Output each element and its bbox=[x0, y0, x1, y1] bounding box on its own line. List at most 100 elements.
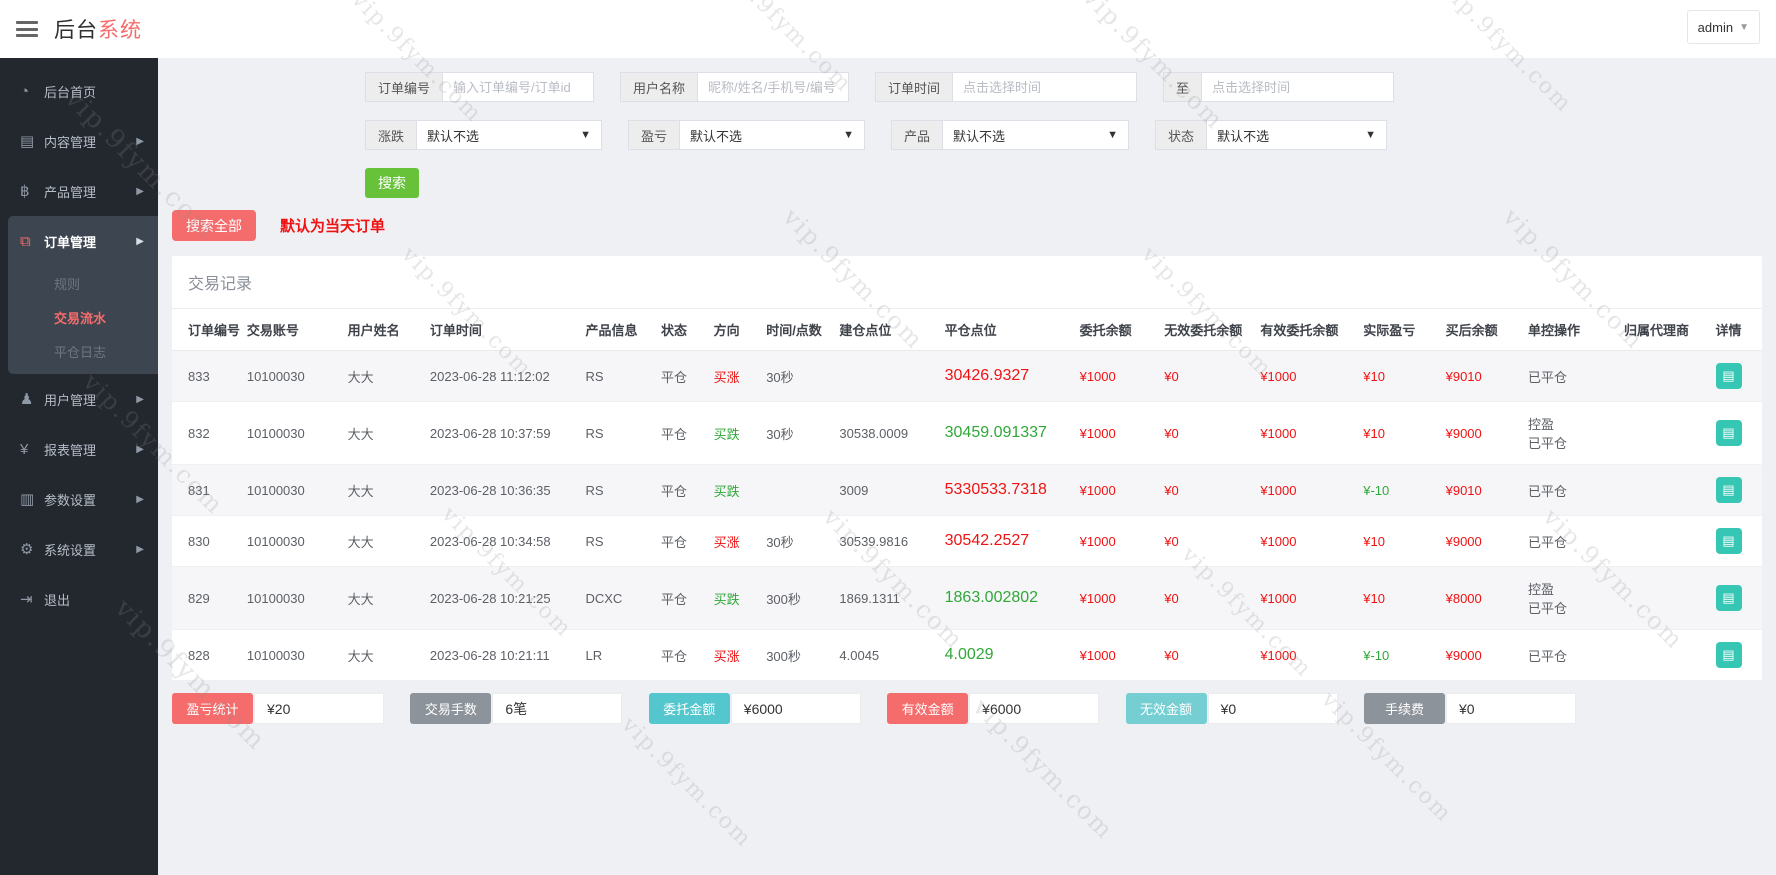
chevron-right-icon: ▶ bbox=[136, 236, 144, 247]
table-cell: ¥1000 bbox=[1256, 630, 1359, 681]
table-cell bbox=[1620, 567, 1712, 630]
table-cell: ▤ bbox=[1712, 516, 1762, 567]
records-table: 订单编号交易账号用户姓名订单时间产品信息状态方向时间/点数建仓点位平仓点位委托余… bbox=[172, 309, 1762, 681]
filter-order-no: 订单编号 bbox=[365, 72, 594, 102]
sidebar-item-gear[interactable]: ⚙系统设置▶ bbox=[0, 524, 158, 574]
sidebar-item-report[interactable]: ¥报表管理▶ bbox=[0, 424, 158, 474]
search-all-button[interactable]: 搜索全部 bbox=[172, 210, 256, 241]
table-cell: 828 bbox=[172, 630, 243, 681]
table-cell: 1869.1311 bbox=[835, 567, 940, 630]
sidebar-item-params[interactable]: ▥参数设置▶ bbox=[0, 474, 158, 524]
table-cell: 10100030 bbox=[243, 630, 344, 681]
table-cell: 买涨 bbox=[710, 630, 763, 681]
sidebar-item-dashboard[interactable]: ◔后台首页 bbox=[0, 66, 158, 116]
hamburger-menu-icon[interactable] bbox=[16, 21, 38, 37]
sidebar-item-logout[interactable]: ⇥退出 bbox=[0, 574, 158, 624]
product-selected-value: 默认不选 bbox=[953, 126, 1005, 145]
user-name-input[interactable] bbox=[698, 72, 849, 102]
table-cell: 5330533.7318 bbox=[941, 465, 1076, 516]
column-header: 方向 bbox=[710, 309, 763, 351]
filter-status-label: 状态 bbox=[1155, 120, 1207, 150]
sidebar-subitem[interactable]: 规则 bbox=[8, 266, 158, 300]
table-cell: 大大 bbox=[344, 567, 426, 630]
table-cell: 829 bbox=[172, 567, 243, 630]
sidebar-item-label: 订单管理 bbox=[44, 232, 136, 251]
table-cell bbox=[762, 465, 835, 516]
table-cell: 控盈 已平仓 bbox=[1524, 567, 1620, 630]
table-cell: 300秒 bbox=[762, 567, 835, 630]
detail-button[interactable]: ▤ bbox=[1716, 528, 1742, 554]
detail-button[interactable]: ▤ bbox=[1716, 642, 1742, 668]
table-cell: 平仓 bbox=[657, 567, 710, 630]
detail-button[interactable]: ▤ bbox=[1716, 585, 1742, 611]
table-cell: 300秒 bbox=[762, 630, 835, 681]
sidebar-item-orders[interactable]: ⧉订单管理▶ bbox=[8, 216, 158, 266]
sidebar-item-users[interactable]: ♟用户管理▶ bbox=[0, 374, 158, 424]
column-header: 有效委托余额 bbox=[1256, 309, 1359, 351]
table-cell: ¥9010 bbox=[1442, 465, 1524, 516]
chevron-right-icon: ▶ bbox=[136, 494, 144, 505]
table-cell: 已平仓 bbox=[1524, 465, 1620, 516]
detail-button[interactable]: ▤ bbox=[1716, 420, 1742, 446]
table-cell: 2023-06-28 10:21:11 bbox=[426, 630, 582, 681]
filter-product: 产品 默认不选 ▼ bbox=[891, 120, 1129, 150]
table-cell: 平仓 bbox=[657, 630, 710, 681]
table-row: 82810100030大大2023-06-28 10:21:11LR平仓买涨30… bbox=[172, 630, 1762, 681]
sidebar-item-label: 内容管理 bbox=[44, 132, 136, 151]
column-header: 详情 bbox=[1712, 309, 1762, 351]
filter-profit: 盈亏 默认不选 ▼ bbox=[628, 120, 865, 150]
column-header: 时间/点数 bbox=[762, 309, 835, 351]
chevron-down-icon: ▼ bbox=[580, 129, 591, 141]
sidebar-item-content[interactable]: ▤内容管理▶ bbox=[0, 116, 158, 166]
table-cell: ▤ bbox=[1712, 402, 1762, 465]
summary-stat: 交易手数6笔 bbox=[410, 693, 622, 724]
order-time-end-input[interactable] bbox=[1202, 72, 1394, 102]
status-selected-value: 默认不选 bbox=[1217, 126, 1269, 145]
table-cell: ¥1000 bbox=[1076, 516, 1161, 567]
table-cell: ¥1000 bbox=[1256, 402, 1359, 465]
summary-badge: 无效金额 bbox=[1126, 693, 1207, 724]
detail-button[interactable]: ▤ bbox=[1716, 363, 1742, 389]
table-cell: 已平仓 bbox=[1524, 516, 1620, 567]
app-title-accent: 系统 bbox=[98, 19, 142, 42]
table-cell: ¥10 bbox=[1359, 567, 1441, 630]
user-menu[interactable]: admin ▼ bbox=[1687, 10, 1760, 44]
table-cell: ¥1000 bbox=[1076, 567, 1161, 630]
status-select[interactable]: 默认不选 ▼ bbox=[1207, 120, 1387, 150]
column-header: 实际盈亏 bbox=[1359, 309, 1441, 351]
table-cell: 平仓 bbox=[657, 351, 710, 402]
table-cell bbox=[1620, 351, 1712, 402]
sidebar-subitem[interactable]: 交易流水 bbox=[8, 300, 158, 334]
order-time-start-input[interactable] bbox=[953, 72, 1137, 102]
table-cell: 买跌 bbox=[710, 402, 763, 465]
column-header: 产品信息 bbox=[581, 309, 656, 351]
table-cell: 831 bbox=[172, 465, 243, 516]
table-cell: 4.0029 bbox=[941, 630, 1076, 681]
search-button[interactable]: 搜索 bbox=[365, 168, 419, 198]
table-row: 83310100030大大2023-06-28 11:12:02RS平仓买涨30… bbox=[172, 351, 1762, 402]
profit-select[interactable]: 默认不选 ▼ bbox=[680, 120, 865, 150]
chevron-right-icon: ▶ bbox=[136, 544, 144, 555]
column-header: 买后余额 bbox=[1442, 309, 1524, 351]
table-row: 82910100030大大2023-06-28 10:21:25DCXC平仓买跌… bbox=[172, 567, 1762, 630]
table-cell: 买跌 bbox=[710, 567, 763, 630]
column-header: 归属代理商 bbox=[1620, 309, 1712, 351]
table-row: 83210100030大大2023-06-28 10:37:59RS平仓买跌30… bbox=[172, 402, 1762, 465]
table-cell: ¥1000 bbox=[1076, 465, 1161, 516]
sidebar-subitem[interactable]: 平仓日志 bbox=[8, 334, 158, 368]
rise-fall-select[interactable]: 默认不选 ▼ bbox=[417, 120, 602, 150]
table-cell: 2023-06-28 10:36:35 bbox=[426, 465, 582, 516]
table-cell: 大大 bbox=[344, 402, 426, 465]
sidebar-item-product-bitcoin[interactable]: ฿产品管理▶ bbox=[0, 166, 158, 216]
detail-button[interactable]: ▤ bbox=[1716, 477, 1742, 503]
summary-badge: 交易手数 bbox=[410, 693, 491, 724]
table-cell: 10100030 bbox=[243, 567, 344, 630]
table-cell: ¥10 bbox=[1359, 351, 1441, 402]
order-no-input[interactable] bbox=[443, 72, 594, 102]
product-select[interactable]: 默认不选 ▼ bbox=[943, 120, 1129, 150]
table-cell: 832 bbox=[172, 402, 243, 465]
gear-icon: ⚙ bbox=[20, 540, 44, 558]
table-cell: 30秒 bbox=[762, 516, 835, 567]
table-cell: 平仓 bbox=[657, 516, 710, 567]
column-header: 用户姓名 bbox=[344, 309, 426, 351]
